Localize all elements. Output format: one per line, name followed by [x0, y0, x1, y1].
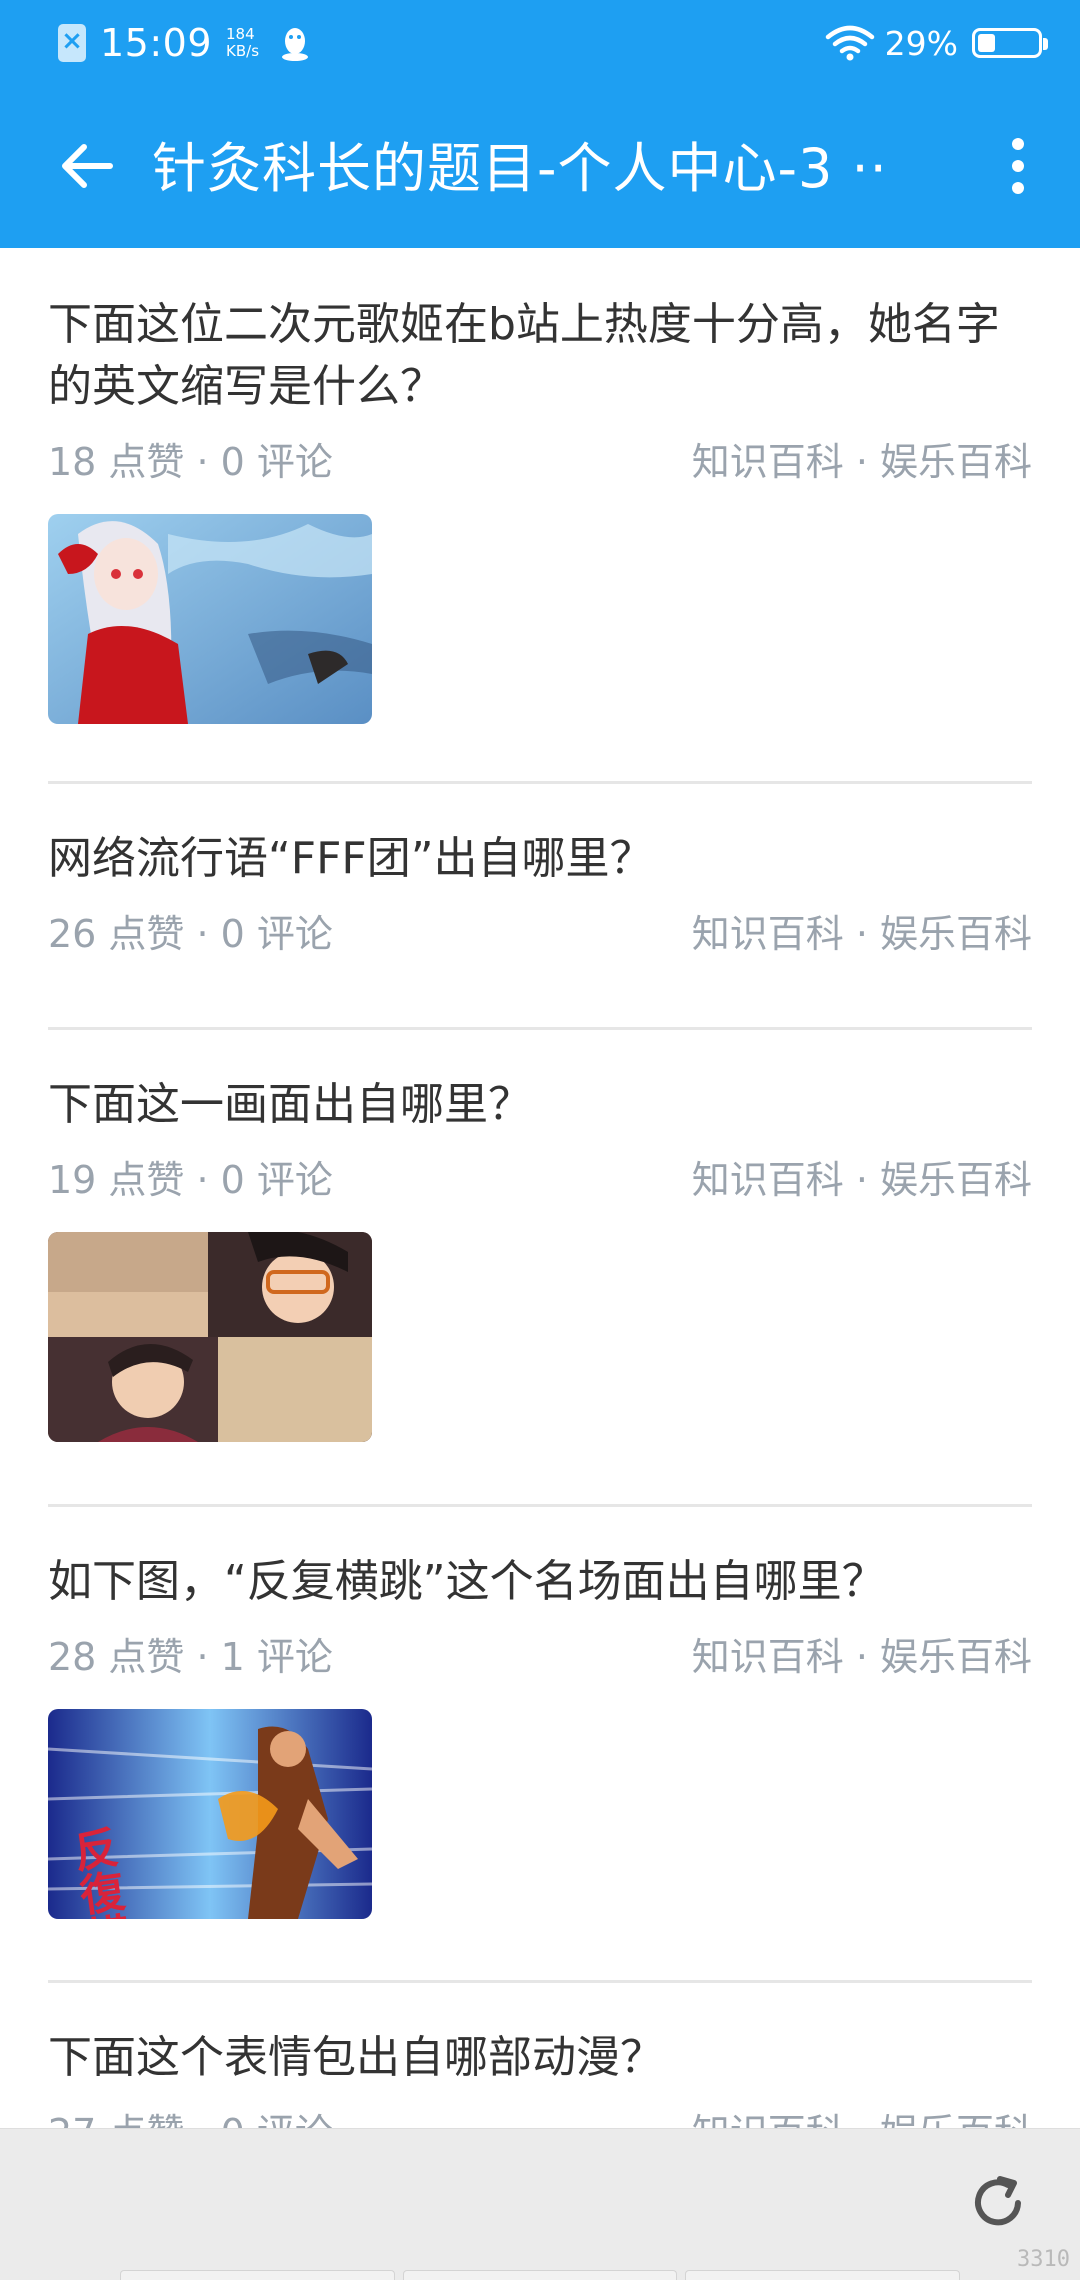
question-tags[interactable]: 知识百科 · 娱乐百科 [692, 1631, 1032, 1683]
tab-preview[interactable] [402, 2270, 678, 2280]
status-bar-right: 29% [825, 18, 1048, 68]
question-title[interactable]: 下面这个表情包出自哪部动漫？ [48, 1983, 1032, 2089]
battery-icon [972, 28, 1048, 58]
question-title[interactable]: 如下图，“反复横跳”这个名场面出自哪里？ [48, 1507, 1032, 1613]
status-bar: 15:09 184 KB/s 29% [0, 0, 1080, 86]
question-tags[interactable]: 知识百科 · 娱乐百科 [692, 436, 1032, 488]
question-meta: 28 点赞 · 1 评论 知识百科 · 娱乐百科 [48, 1631, 1032, 1683]
wifi-icon [825, 25, 874, 61]
battery-percent: 29% [884, 23, 958, 63]
status-bar-left: 15:09 184 KB/s [58, 18, 311, 68]
no-sim-icon [58, 24, 86, 62]
question-tags[interactable]: 知识百科 · 娱乐百科 [692, 908, 1032, 960]
question-stats: 26 点赞 · 0 评论 [48, 912, 333, 956]
more-dot-icon [1012, 138, 1024, 150]
question-tags[interactable]: 知识百科 · 娱乐百科 [692, 1154, 1032, 1206]
refresh-icon[interactable] [968, 2173, 1028, 2233]
question-title[interactable]: 下面这一画面出自哪里？ [48, 1030, 1032, 1136]
question-meta: 26 点赞 · 0 评论 知识百科 · 娱乐百科 [48, 908, 1032, 960]
question-stats: 19 点赞 · 0 评论 [48, 1158, 333, 1202]
network-speed-value: 184 [226, 25, 255, 43]
list-item[interactable]: 如下图，“反复横跳”这个名场面出自哪里？ 28 点赞 · 1 评论 知识百科 ·… [48, 1507, 1032, 1983]
question-stats: 18 点赞 · 0 评论 [48, 440, 333, 484]
question-stats: 28 点赞 · 1 评论 [48, 1635, 333, 1679]
question-title[interactable]: 网络流行语“FFF团”出自哪里？ [48, 784, 1032, 890]
status-time: 15:09 [100, 21, 213, 65]
question-title[interactable]: 下面这位二次元歌姬在b站上热度十分高，她名字的英文缩写是什么？ [48, 248, 1032, 418]
question-meta: 18 点赞 · 0 评论 知识百科 · 娱乐百科 [48, 436, 1032, 488]
question-list: 下面这位二次元歌姬在b站上热度十分高，她名字的英文缩写是什么？ 18 点赞 · … [0, 248, 1080, 2223]
list-item[interactable]: 网络流行语“FFF团”出自哪里？ 26 点赞 · 0 评论 知识百科 · 娱乐百… [48, 784, 1032, 1030]
back-button[interactable] [48, 128, 124, 204]
qq-penguin-icon [282, 28, 309, 61]
app-bar: 针灸科长的题目-个人中心-3 ·· [0, 86, 1080, 248]
more-dot-icon [1012, 182, 1024, 194]
more-dot-icon [1012, 160, 1024, 172]
more-options-button[interactable] [996, 126, 1040, 206]
list-item[interactable]: 下面这一画面出自哪里？ 19 点赞 · 0 评论 知识百科 · 娱乐百科 [48, 1030, 1032, 1507]
battery-fill [978, 34, 995, 52]
anime-scene-image [48, 1232, 372, 1442]
question-image[interactable] [48, 1232, 372, 1442]
watermark: 3310 [1017, 2247, 1070, 2272]
bottom-toolbar: 3310 [0, 2128, 1080, 2280]
tab-preview[interactable] [685, 2270, 961, 2280]
page-title: 针灸科长的题目-个人中心-3 ·· [152, 137, 888, 200]
tab-preview[interactable] [120, 2270, 395, 2280]
anime-title-card-image: 反復横跳 [48, 1709, 372, 1919]
tab-strip [120, 2270, 961, 2280]
question-meta: 19 点赞 · 0 评论 知识百科 · 娱乐百科 [48, 1154, 1032, 1206]
anime-singer-image [48, 514, 372, 724]
question-image[interactable] [48, 514, 372, 724]
network-speed-unit: KB/s [226, 42, 260, 60]
list-item[interactable]: 下面这位二次元歌姬在b站上热度十分高，她名字的英文缩写是什么？ 18 点赞 · … [48, 248, 1032, 784]
network-speed: 184 KB/s [226, 26, 259, 60]
question-image[interactable]: 反復横跳 [48, 1709, 372, 1919]
back-arrow-icon [62, 144, 113, 188]
